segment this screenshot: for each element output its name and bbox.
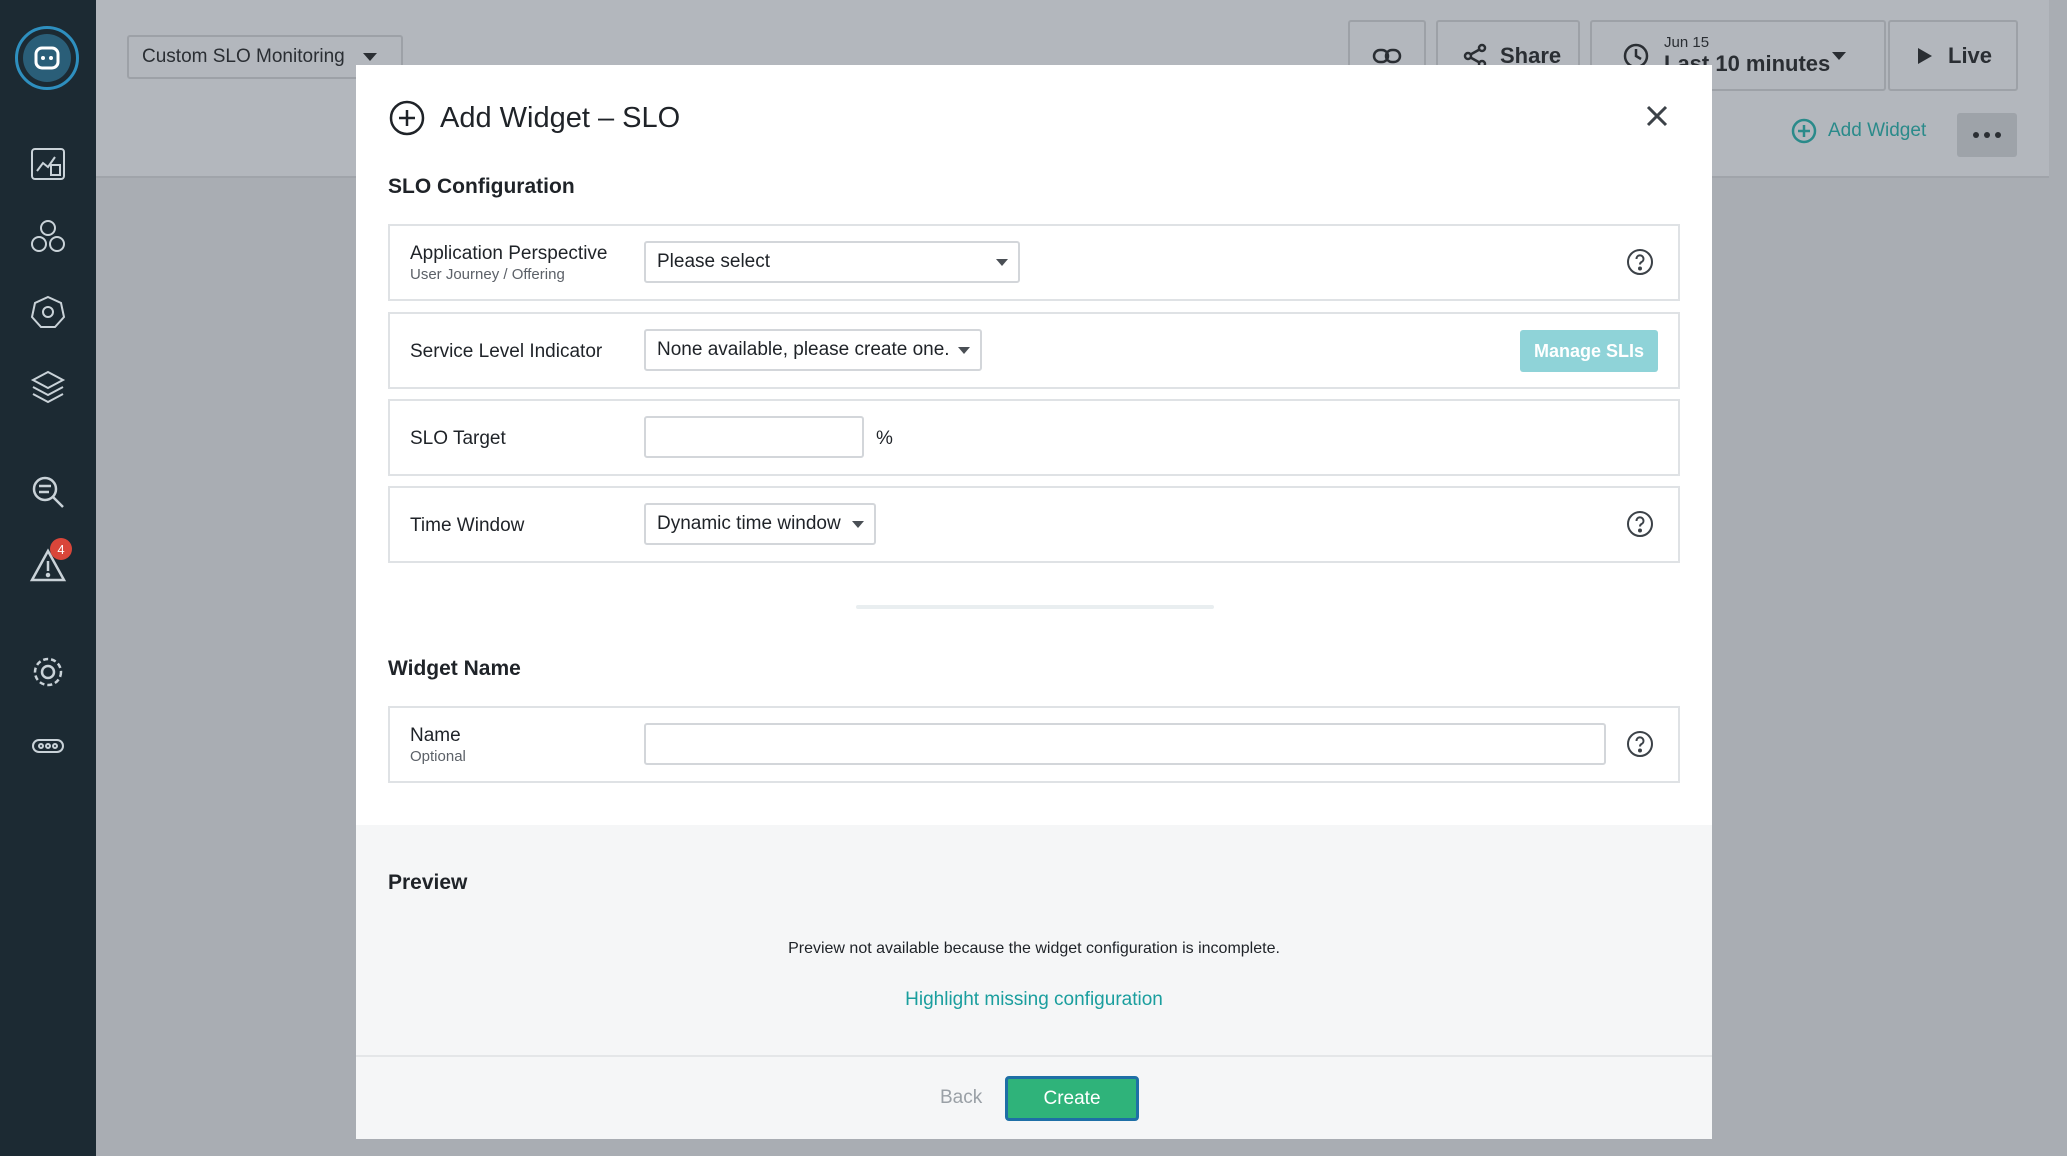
time-window-label: Time Window (410, 515, 525, 536)
alerts-badge: 4 (50, 538, 72, 560)
add-widget-label: Add Widget (1828, 120, 1927, 141)
scroll-indicator (856, 605, 1214, 609)
time-date: Jun 15 (1664, 34, 1710, 51)
time-window-row: Time Window Dynamic time window (388, 486, 1680, 563)
widget-name-input[interactable] (644, 723, 1606, 765)
more-options-button[interactable] (1957, 113, 2017, 157)
slo-configuration-title: SLO Configuration (388, 175, 575, 198)
logo-icon[interactable] (15, 26, 79, 90)
help-icon[interactable] (1626, 248, 1654, 276)
chevron-down-icon (362, 53, 377, 61)
modal-title: Add Widget – SLO (440, 101, 681, 134)
live-button[interactable]: Live (1888, 20, 2018, 91)
slo-target-row: SLO Target % (388, 399, 1680, 476)
dashboard-icon[interactable] (26, 142, 70, 186)
preview-title: Preview (388, 871, 468, 894)
more-icon[interactable] (26, 724, 70, 768)
back-button[interactable]: Back (940, 1087, 982, 1109)
application-perspective-value: Please select (657, 251, 771, 272)
add-widget-modal: Add Widget – SLO SLO Configuration Appli… (356, 65, 1712, 1139)
settings-icon[interactable] (26, 650, 70, 694)
modal-header: Add Widget – SLO (388, 99, 680, 137)
modal-footer: Back Create (356, 1055, 1712, 1139)
chevron-down-icon (996, 259, 1008, 266)
link-icon (1372, 48, 1402, 63)
highlight-missing-label[interactable]: Highlight missing configuration (905, 989, 1163, 1010)
kubernetes-icon[interactable] (26, 290, 70, 334)
time-window-value: Dynamic time window (657, 513, 841, 534)
service-level-indicator-row: Service Level Indicator None available, … (388, 312, 1680, 389)
create-button[interactable]: Create (1005, 1076, 1139, 1121)
highlight-missing-link[interactable]: Highlight missing configuration (356, 989, 1712, 1011)
help-icon[interactable] (1626, 730, 1654, 758)
application-perspective-row: Application Perspective User Journey / O… (388, 224, 1680, 301)
add-widget-button[interactable]: Add Widget (1790, 117, 1926, 145)
preview-message: Preview not available because the widget… (788, 940, 1280, 957)
name-sublabel: Optional (410, 748, 466, 765)
manage-slis-button[interactable]: Manage SLIs (1520, 330, 1658, 372)
sli-value: None available, please create one. (657, 339, 950, 360)
slo-target-input[interactable] (644, 416, 864, 458)
infrastructure-icon[interactable] (26, 365, 70, 409)
close-icon[interactable] (1642, 101, 1672, 131)
live-label: Live (1948, 42, 1993, 68)
application-perspective-select[interactable]: Please select (644, 241, 1020, 283)
sidebar: 4 (0, 0, 96, 1156)
sli-label: Service Level Indicator (410, 341, 603, 362)
time-window-select[interactable]: Dynamic time window (644, 503, 876, 545)
plus-circle-icon (1791, 118, 1817, 144)
chevron-down-icon (958, 347, 970, 354)
slo-target-label: SLO Target (410, 428, 506, 449)
chevron-down-icon (1832, 52, 1846, 60)
application-perspective-sublabel: User Journey / Offering (410, 266, 565, 283)
analytics-icon[interactable] (26, 470, 70, 514)
chevron-down-icon (852, 521, 864, 528)
widget-name-title: Widget Name (388, 657, 521, 680)
widget-name-row: Name Optional (388, 706, 1680, 783)
dashboard-name: Custom SLO Monitoring (142, 46, 345, 67)
play-icon (1918, 47, 1932, 64)
help-icon[interactable] (1626, 510, 1654, 538)
plus-circle-icon (389, 100, 425, 136)
alerts-icon[interactable]: 4 (26, 538, 72, 588)
application-perspective-label: Application Perspective (410, 243, 608, 264)
sli-select[interactable]: None available, please create one. (644, 329, 982, 371)
applications-icon[interactable] (26, 215, 70, 259)
name-label: Name (410, 725, 461, 746)
percent-unit: % (876, 428, 893, 449)
